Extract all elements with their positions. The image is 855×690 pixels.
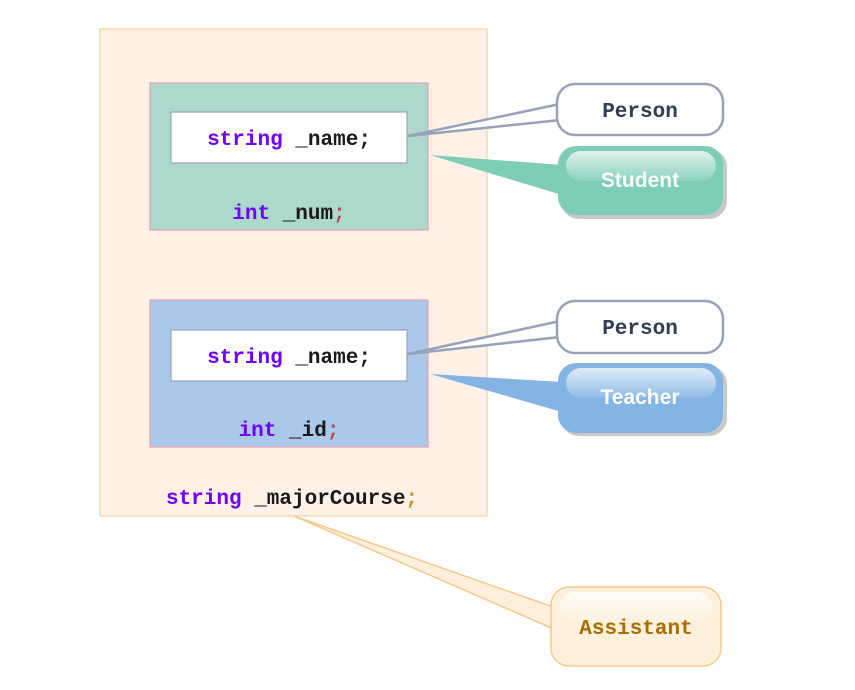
svg-text:Assistant: Assistant [579, 618, 692, 641]
student-num-field: int _num; [232, 203, 345, 226]
svg-text:Teacher: Teacher [601, 386, 680, 409]
student-name-field: string _name; [207, 129, 371, 152]
teacher-id-field: int _id; [239, 420, 340, 443]
svg-text:Student: Student [601, 169, 679, 192]
assistant-callout: Assistant [293, 515, 722, 667]
svg-text:Person: Person [602, 101, 678, 124]
inheritance-diagram: string _name; int _num; string _name; in… [99, 28, 727, 667]
assistant-majorcourse-field: string _majorCourse; [166, 488, 418, 511]
teacher-name-field: string _name; [207, 347, 371, 370]
svg-text:Person: Person [602, 318, 678, 341]
